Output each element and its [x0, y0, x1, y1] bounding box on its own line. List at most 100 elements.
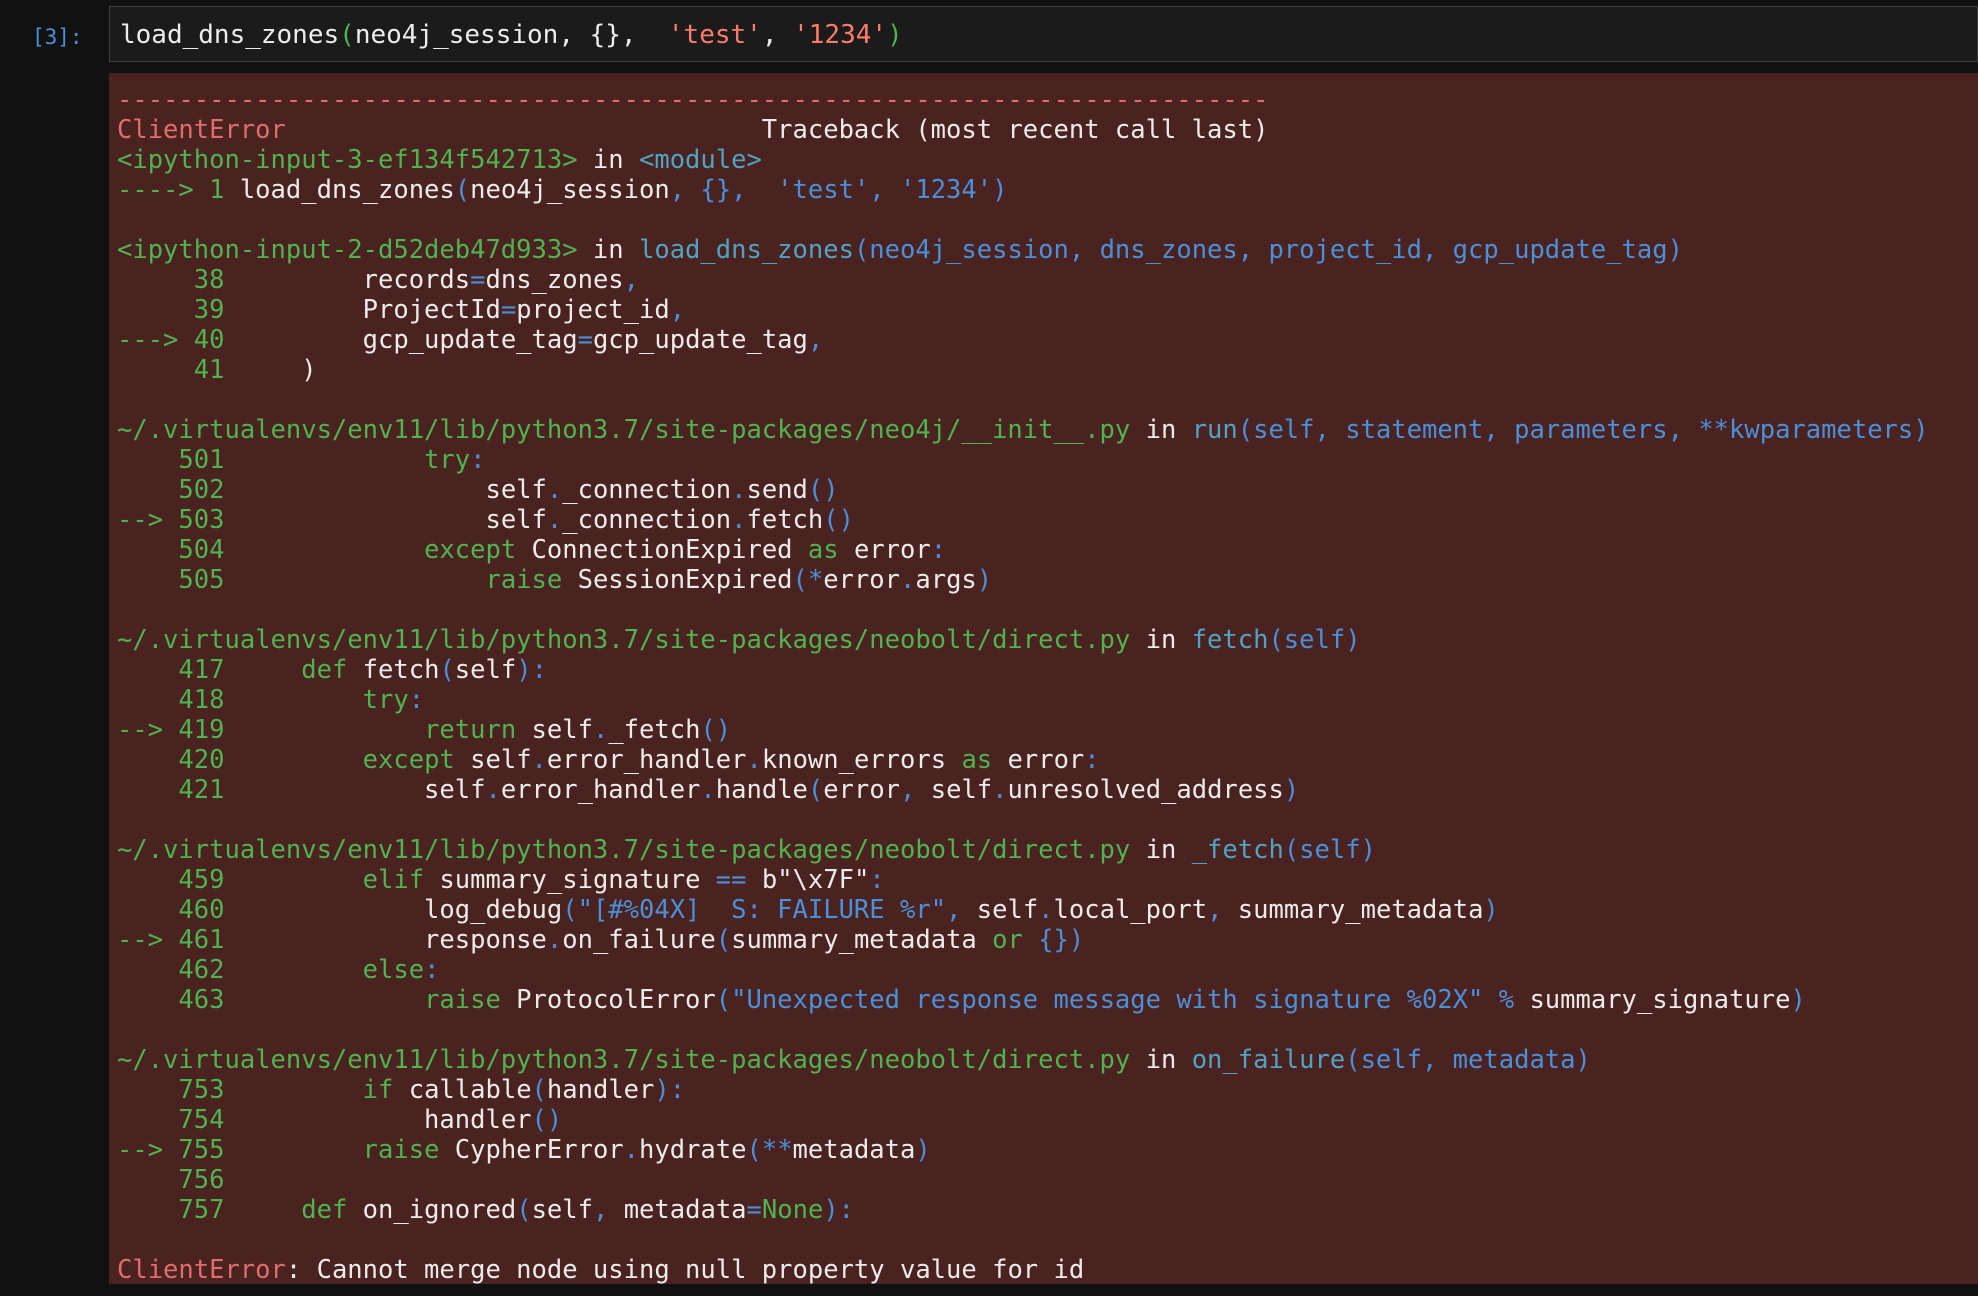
code-token: local_port [1053, 895, 1208, 925]
code-token: _fetch [1191, 835, 1284, 865]
traceback-line: 39 ProjectId=project_id, [117, 295, 1978, 325]
code-token: 757 [117, 1195, 240, 1225]
code-token: gcp_update_tag [239, 325, 578, 355]
code-input-editor[interactable]: load_dns_zones(neo4j_session, {}, 'test'… [109, 6, 1978, 62]
code-token: 462 [117, 955, 240, 985]
code-token: : [424, 955, 440, 985]
code-token: , [623, 265, 640, 295]
code-token: . [746, 745, 762, 775]
code-token: . [992, 775, 1008, 805]
traceback-line: ~/.virtualenvs/env11/lib/python3.7/site-… [117, 1045, 1978, 1075]
code-token: ProjectId [239, 295, 501, 325]
traceback-line: ----------------------------------------… [117, 85, 1978, 115]
code-token: = [500, 295, 517, 325]
code-token: ) [915, 1135, 931, 1165]
code-token: 41 [117, 355, 240, 385]
code-token: . [731, 475, 747, 505]
code-token: , {}, [558, 20, 668, 50]
code-token: in [577, 145, 639, 175]
code-token: . [731, 505, 747, 535]
code-token: else [362, 955, 425, 985]
code-token: ) [1483, 895, 1499, 925]
traceback-line: ----> 1 load_dns_zones(neo4j_session, {}… [117, 175, 1978, 205]
code-token: , [669, 295, 686, 325]
code-token: () [823, 505, 854, 535]
code-token: 502 [117, 475, 240, 505]
code-token: : Cannot merge node using null property … [285, 1255, 1085, 1284]
code-token: summary_signature [424, 865, 716, 895]
code-token: CypherError [439, 1135, 624, 1165]
traceback-line: 504 except ConnectionExpired as error: [117, 535, 1978, 565]
traceback-line: 421 self.error_handler.handle(error, sel… [117, 775, 1978, 805]
traceback-line: 459 elif summary_signature == b"\x7F": [117, 865, 1978, 895]
code-token: callable [393, 1075, 532, 1105]
traceback-line: 502 self._connection.send() [117, 475, 1978, 505]
traceback-line: 460 log_debug("[#%04X] S: FAILURE %r", s… [117, 895, 1978, 925]
code-token: 418 [117, 685, 240, 715]
code-token: b"\x7F" [746, 865, 870, 895]
code-token: . [546, 475, 563, 505]
notebook-cell[interactable]: [3]: load_dns_zones(neo4j_session, {}, '… [0, 0, 1978, 1296]
traceback-line [117, 805, 1978, 835]
code-token: self [454, 655, 517, 685]
code-token: on_failure [562, 925, 716, 955]
code-token: def [301, 1195, 348, 1225]
code-token: load_dns_zones [239, 175, 455, 205]
code-token: error [992, 745, 1085, 775]
code-token: 753 [117, 1075, 240, 1105]
traceback-line: 754 handler() [117, 1105, 1978, 1135]
code-token: ("[#%04X] S: FAILURE %r", [562, 895, 962, 925]
execution-count-prompt: [3]: [32, 25, 83, 49]
traceback-line [117, 1225, 1978, 1255]
code-token: summary_metadata [1237, 895, 1484, 925]
code-token: () [700, 715, 732, 745]
code-token: 417 [117, 655, 240, 685]
code-token: return [424, 715, 517, 745]
code-token: self [516, 715, 593, 745]
code-token: if [362, 1075, 394, 1105]
code-token: as [961, 745, 993, 775]
traceback-line: 420 except self.error_handler.known_erro… [117, 745, 1978, 775]
code-token: metadata [623, 1195, 747, 1225]
traceback-line: --> 419 return self._fetch() [117, 715, 1978, 745]
code-token: ClientError [117, 115, 286, 145]
traceback-line: --> 503 self._connection.fetch() [117, 505, 1978, 535]
code-token: . [623, 1135, 640, 1165]
code-token: ( [531, 1075, 547, 1105]
code-token: _connection [562, 505, 732, 535]
traceback-output: ----------------------------------------… [109, 73, 1978, 1284]
code-token: (neo4j_session, dns_zones, project_id, g… [853, 235, 1683, 265]
code-token: ) [1790, 985, 1806, 1015]
code-token: Traceback (most recent call last) [285, 115, 1269, 145]
code-token: 460 [117, 895, 240, 925]
code-token: ): [823, 1195, 855, 1225]
code-token: project_id [516, 295, 670, 325]
code-token: unresolved_address [1007, 775, 1284, 805]
code-token: in [1130, 415, 1192, 445]
code-token: on_ignored [347, 1195, 517, 1225]
code-token: error_handler [546, 745, 747, 775]
code-token: ~/.virtualenvs/env11/lib/python3.7/site-… [117, 835, 1131, 865]
code-token: ~/.virtualenvs/env11/lib/python3.7/site-… [117, 1045, 1131, 1075]
code-token: records [239, 265, 471, 295]
code-token: fetch [746, 505, 824, 535]
code-token: {}) [1022, 925, 1085, 955]
traceback-line: ~/.virtualenvs/env11/lib/python3.7/site-… [117, 835, 1978, 865]
code-token: <module> [639, 145, 762, 175]
code-token: in [577, 235, 639, 265]
code-token: handle [715, 775, 808, 805]
code-token: , [1207, 895, 1238, 925]
code-token: 39 [117, 295, 240, 325]
code-token: ) [887, 20, 903, 50]
code-token: error [823, 565, 901, 595]
code-token: 505 [117, 565, 240, 595]
code-token: on_failure [1191, 1045, 1346, 1075]
code-token: 420 [117, 745, 240, 775]
code-token: ----> 1 [117, 175, 240, 205]
code-token: self [239, 475, 547, 505]
